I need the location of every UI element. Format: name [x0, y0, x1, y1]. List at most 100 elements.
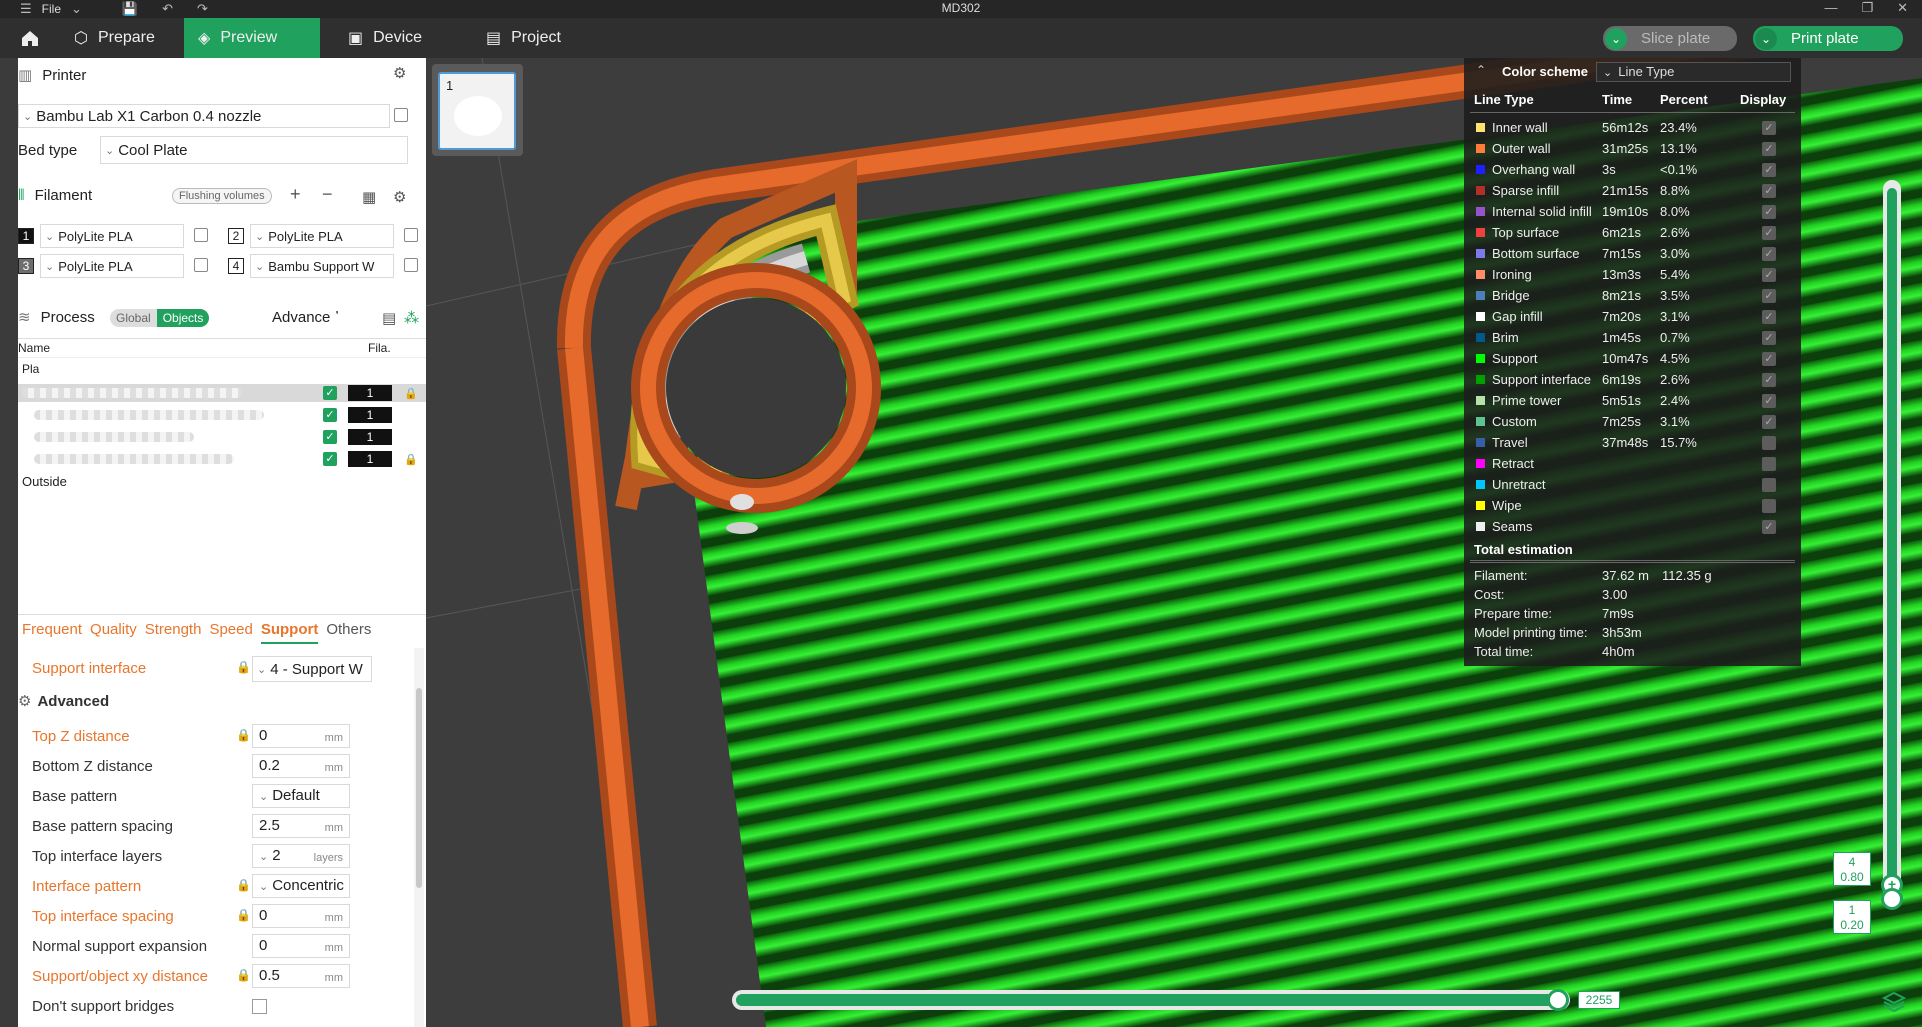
top-interface-spacing-input[interactable]: 0 mm [252, 904, 350, 928]
layers-icon[interactable] [1882, 990, 1906, 1014]
filament-badge[interactable]: 1 [348, 407, 392, 423]
process-scope-toggle[interactable]: Global Objects [110, 309, 210, 327]
filament-badge[interactable]: 1 [348, 385, 392, 401]
layer-slider[interactable] [1883, 180, 1901, 906]
layer-slider-bottom-handle[interactable] [1881, 888, 1903, 910]
checkbox[interactable]: ✓ [323, 408, 337, 422]
edit-icon[interactable] [194, 228, 208, 242]
remove-icon[interactable]: − [322, 184, 333, 205]
move-slider[interactable] [732, 990, 1570, 1010]
object-row[interactable]: ✓ 1 🔒 [18, 384, 426, 402]
display-checkbox[interactable]: ✓ [1762, 163, 1776, 177]
display-checkbox[interactable]: ✓ [1762, 289, 1776, 303]
chevron-down-icon[interactable]: ⌄ [1755, 27, 1777, 50]
display-checkbox[interactable]: ✓ [1762, 142, 1776, 156]
display-checkbox[interactable] [1762, 478, 1776, 492]
print-plate-button[interactable]: ⌄ Print plate [1753, 26, 1903, 51]
base-pattern-spacing-input[interactable]: 2.5 mm [252, 814, 350, 838]
tab-prepare[interactable]: ⬡ Prepare [60, 18, 169, 58]
tab-support[interactable]: Support [260, 615, 319, 644]
dont-support-bridges-checkbox[interactable] [252, 999, 267, 1014]
display-checkbox[interactable]: ✓ [1762, 352, 1776, 366]
edit-icon[interactable] [194, 258, 208, 272]
tab-frequent[interactable]: Frequent [22, 615, 82, 644]
tab-project[interactable]: ▤ Project [472, 18, 575, 58]
normal-support-expansion-input[interactable]: 0 mm [252, 934, 350, 958]
legend-item-percent: 8.8% [1660, 183, 1690, 198]
object-row[interactable]: ✓ 1 [18, 428, 426, 446]
lock-icon[interactable]: 🔒 [236, 660, 251, 674]
tab-device[interactable]: ▣ Device [334, 18, 436, 58]
edit-icon[interactable] [394, 108, 408, 122]
move-slider-handle[interactable] [1547, 989, 1569, 1011]
display-checkbox[interactable]: ✓ [1762, 331, 1776, 345]
base-pattern-select[interactable]: ⌄ Default [252, 784, 350, 808]
legend-item: Outer wall 31m25s 13.1% ✓ [1464, 139, 1801, 159]
tab-others[interactable]: Others [326, 615, 371, 644]
tab-preview[interactable]: ◈ Preview [184, 18, 320, 58]
color-scheme-select[interactable]: ⌄ Line Type [1596, 62, 1791, 82]
lock-icon[interactable]: 🔒 [236, 908, 251, 922]
filament-badge[interactable]: 1 [348, 451, 392, 467]
display-checkbox[interactable]: ✓ [1762, 268, 1776, 282]
display-checkbox[interactable] [1762, 499, 1776, 513]
checkbox[interactable]: ✓ [323, 386, 337, 400]
display-checkbox[interactable]: ✓ [1762, 226, 1776, 240]
top-interface-layers-input[interactable]: ⌄ 2 layers [252, 844, 350, 868]
filament-select[interactable]: ⌄ Bambu Support W [250, 254, 394, 278]
plate-thumbnail[interactable]: 1 [432, 64, 523, 156]
printer-select[interactable]: ⌄ Bambu Lab X1 Carbon 0.4 nozzle [18, 104, 390, 128]
display-checkbox[interactable]: ✓ [1762, 415, 1776, 429]
display-checkbox[interactable]: ✓ [1762, 205, 1776, 219]
outside-item[interactable]: Outside [22, 474, 67, 489]
tab-speed[interactable]: Speed [209, 615, 252, 644]
filament-badge[interactable]: 1 [348, 429, 392, 445]
bottom-z-distance-input[interactable]: 0.2 mm [252, 754, 350, 778]
slice-plate-button[interactable]: ⌄ Slice plate [1603, 26, 1737, 51]
filament-select[interactable]: ⌄ PolyLite PLA [40, 254, 184, 278]
display-checkbox[interactable]: ✓ [1762, 520, 1776, 534]
list-icon[interactable]: ▤ [382, 309, 396, 327]
display-checkbox[interactable]: ✓ [1762, 310, 1776, 324]
global-option[interactable]: Global [110, 309, 157, 327]
display-checkbox[interactable]: ✓ [1762, 373, 1776, 387]
xy-distance-input[interactable]: 0.5 mm [252, 964, 350, 988]
close-icon[interactable]: ✕ [1897, 0, 1908, 16]
objects-option[interactable]: Objects [156, 309, 210, 327]
edit-icon[interactable] [404, 228, 418, 242]
display-checkbox[interactable]: ✓ [1762, 394, 1776, 408]
object-row[interactable]: ✓ 1 🔒 [18, 450, 426, 468]
checkbox[interactable]: ✓ [323, 452, 337, 466]
flushing-volumes-button[interactable]: Flushing volumes [172, 188, 272, 204]
object-row[interactable]: ✓ 1 [18, 406, 426, 424]
lock-icon[interactable]: 🔒 [236, 878, 251, 892]
gear-icon[interactable]: ⚙ [393, 188, 406, 206]
display-checkbox[interactable]: ✓ [1762, 247, 1776, 261]
tab-strength[interactable]: Strength [145, 615, 202, 644]
gear-icon[interactable]: ⚙ [393, 64, 406, 82]
sync-icon[interactable]: ▦ [362, 188, 376, 206]
settings-scrollbar[interactable] [414, 648, 424, 1027]
checkbox[interactable]: ✓ [323, 430, 337, 444]
tab-quality[interactable]: Quality [90, 615, 137, 644]
lock-icon[interactable]: 🔒 [236, 728, 251, 742]
filament-select[interactable]: ⌄ PolyLite PLA [40, 224, 184, 248]
edit-icon[interactable] [404, 258, 418, 272]
interface-pattern-select[interactable]: ⌄ Concentric [252, 874, 350, 898]
bed-type-select[interactable]: ⌄ Cool Plate [100, 136, 408, 164]
add-icon[interactable]: + [290, 184, 301, 205]
support-interface-select[interactable]: ⌄ 4 - Support W [252, 656, 372, 682]
filament-select[interactable]: ⌄ PolyLite PLA [250, 224, 394, 248]
display-checkbox[interactable] [1762, 436, 1776, 450]
display-checkbox[interactable]: ✓ [1762, 184, 1776, 198]
restore-icon[interactable]: ❐ [1861, 0, 1873, 16]
minimize-icon[interactable]: — [1824, 0, 1837, 16]
display-checkbox[interactable] [1762, 457, 1776, 471]
lock-icon[interactable]: 🔒 [236, 968, 251, 982]
chevron-down-icon[interactable]: ⌄ [1605, 27, 1627, 50]
grid-icon[interactable]: ⁂ [404, 309, 419, 327]
top-z-distance-input[interactable]: 0 mm [252, 724, 350, 748]
home-icon[interactable] [20, 28, 40, 48]
collapse-icon[interactable]: ⌃ [1476, 63, 1486, 77]
display-checkbox[interactable]: ✓ [1762, 121, 1776, 135]
